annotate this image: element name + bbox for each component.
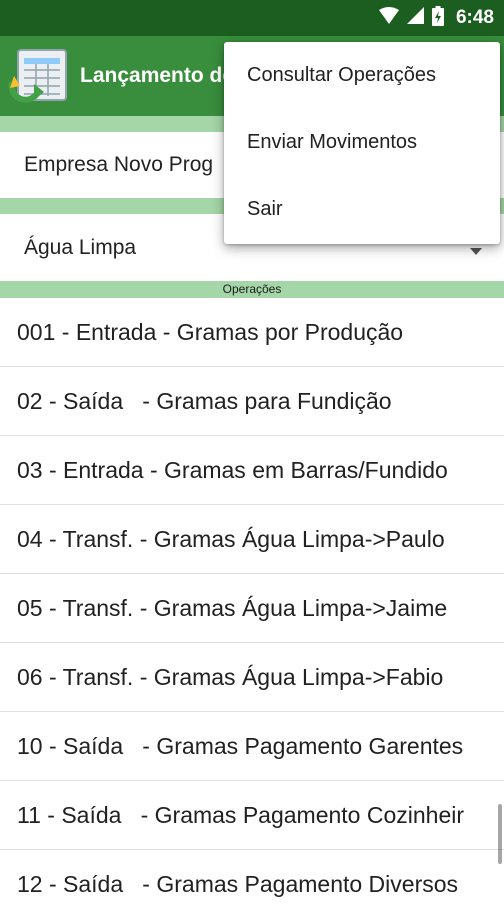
location-spinner-value: Água Limpa [24,236,137,259]
operations-list: 001 - Entrada - Gramas por Produção 02 -… [0,298,504,919]
menu-item-enviar-movimentos[interactable]: Enviar Movimentos [224,109,500,176]
signal-icon [406,7,424,29]
menu-item-consultar-operacoes[interactable]: Consultar Operações [224,42,500,109]
list-item[interactable]: 11 - Saída - Gramas Pagamento Cozinheir [0,781,504,850]
list-item[interactable]: 12 - Saída - Gramas Pagamento Diversos [0,850,504,919]
spreadsheet-sync-icon [8,48,70,104]
status-icons: 6:48 [378,0,494,36]
app-title: Lançamento de [80,64,235,87]
list-item[interactable]: 04 - Transf. - Gramas Água Limpa->Paulo [0,505,504,574]
status-bar: 6:48 [0,0,504,36]
list-item[interactable]: 10 - Saída - Gramas Pagamento Garentes [0,712,504,781]
battery-charging-icon [431,5,444,31]
list-item[interactable]: 03 - Entrada - Gramas em Barras/Fundido [0,436,504,505]
dropdown-arrow-icon [470,242,482,260]
menu-item-sair[interactable]: Sair [224,176,500,243]
list-item[interactable]: 06 - Transf. - Gramas Água Limpa->Fabio [0,643,504,712]
list-scrollbar[interactable] [498,804,502,864]
list-item[interactable]: 001 - Entrada - Gramas por Produção [0,298,504,367]
list-item[interactable]: 05 - Transf. - Gramas Água Limpa->Jaime [0,574,504,643]
wifi-icon [378,7,399,29]
status-time: 6:48 [455,7,494,28]
company-spinner-value: Empresa Novo Prog [24,153,214,176]
list-item[interactable]: 02 - Saída - Gramas para Fundição [0,367,504,436]
operations-section-label: Operações [0,281,504,298]
overflow-menu: Consultar Operações Enviar Movimentos Sa… [224,42,500,244]
